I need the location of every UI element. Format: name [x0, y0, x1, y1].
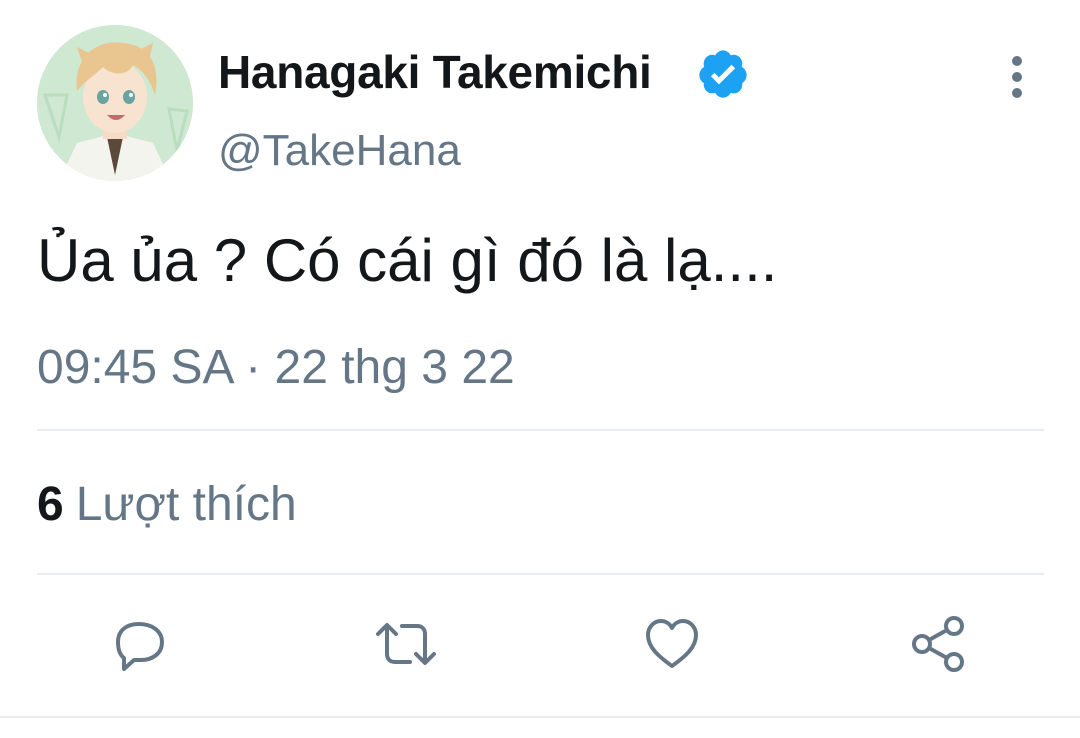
tweet-detail: Hanagaki Takemichi @TakeHana Ủa ủa ? Có …: [0, 0, 1080, 738]
display-name[interactable]: Hanagaki Takemichi: [218, 44, 652, 100]
more-dot: [1012, 56, 1022, 66]
heart-icon: [646, 619, 698, 668]
avatar-image: [37, 25, 193, 181]
divider: [37, 573, 1044, 575]
more-dot: [1012, 72, 1022, 82]
share-button[interactable]: [906, 612, 970, 676]
reply-icon: [116, 622, 164, 671]
more-vertical-icon[interactable]: [1000, 52, 1034, 102]
likes-stat[interactable]: 6 Lượt thích: [37, 476, 297, 534]
retweet-icon: [376, 623, 436, 665]
tweet-text: Ủa ủa ? Có cái gì đó là lạ....: [37, 227, 778, 294]
like-button[interactable]: [640, 612, 704, 676]
share-icon: [912, 616, 964, 672]
divider: [0, 716, 1080, 718]
divider: [37, 429, 1044, 431]
verified-badge-icon: [699, 50, 747, 98]
more-dot: [1012, 88, 1022, 98]
tweet-timestamp[interactable]: 09:45 SA · 22 thg 3 22: [37, 340, 515, 396]
reply-button[interactable]: [108, 612, 172, 676]
likes-count: 6: [37, 478, 64, 531]
likes-label: Lượt thích: [75, 478, 297, 531]
avatar[interactable]: [37, 25, 193, 181]
user-handle[interactable]: @TakeHana: [218, 124, 461, 178]
retweet-button[interactable]: [374, 612, 438, 676]
